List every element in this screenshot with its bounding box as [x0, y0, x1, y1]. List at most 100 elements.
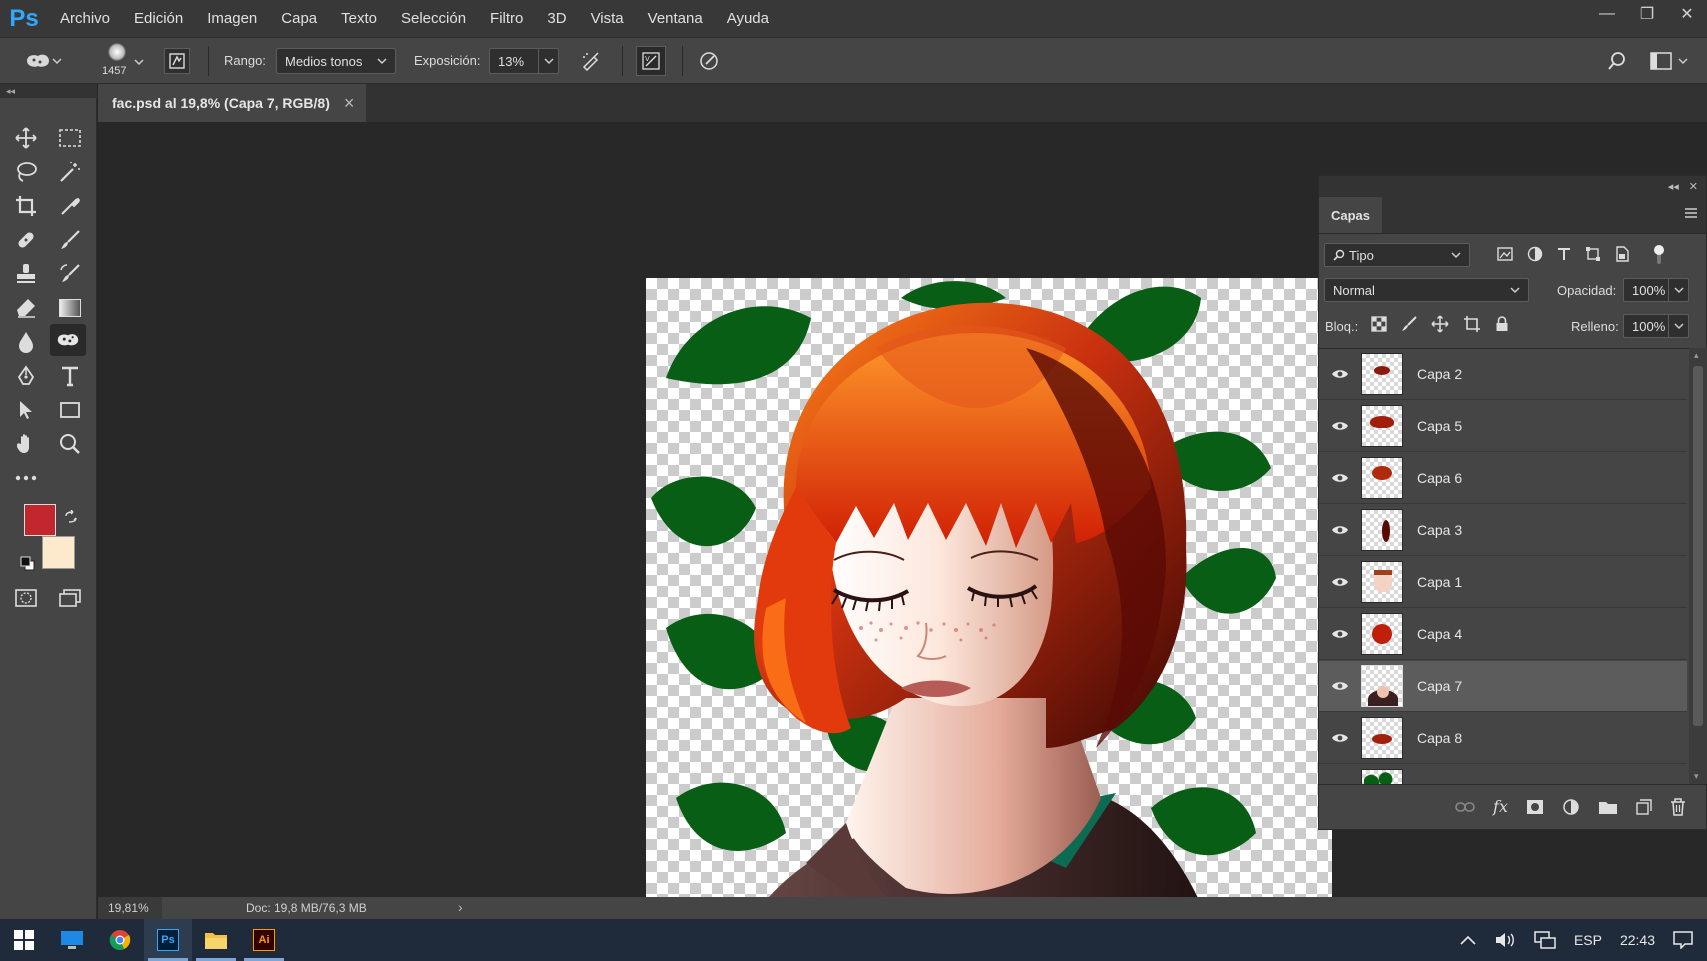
brush-tool[interactable]	[52, 224, 88, 256]
exposure-input[interactable]: 13%	[489, 48, 559, 74]
zoom-level-field[interactable]: 19,81%	[98, 897, 162, 919]
exposure-dropdown[interactable]	[538, 49, 558, 73]
pixel-layer-filter-icon[interactable]	[1497, 247, 1513, 261]
layer-row[interactable]: Capa 3	[1319, 505, 1687, 556]
scroll-up-icon[interactable]: ▴	[1694, 350, 1699, 361]
scrollbar-thumb[interactable]	[1693, 366, 1703, 726]
pen-tool[interactable]	[8, 360, 44, 392]
taskbar-chrome[interactable]	[96, 919, 144, 961]
visibility-toggle[interactable]	[1319, 680, 1361, 692]
clock[interactable]: 22:43	[1620, 932, 1655, 948]
visibility-toggle[interactable]	[1319, 420, 1361, 432]
adjustment-layer-filter-icon[interactable]	[1527, 246, 1543, 262]
visibility-toggle[interactable]	[1319, 576, 1361, 588]
visibility-toggle[interactable]	[1319, 524, 1361, 536]
protect-tones-toggle[interactable]: V	[636, 46, 666, 76]
tool-preset-picker[interactable]	[24, 48, 74, 74]
layer-effects-icon[interactable]: fx	[1493, 797, 1508, 816]
visibility-toggle[interactable]	[1319, 472, 1361, 484]
path-selection-tool[interactable]	[8, 394, 44, 426]
opacity-input[interactable]: 100%	[1623, 278, 1689, 302]
visibility-toggle[interactable]	[1319, 368, 1361, 380]
menu-ayuda[interactable]: Ayuda	[715, 0, 781, 37]
foreground-color-swatch[interactable]	[24, 504, 56, 536]
volume-icon[interactable]	[1494, 931, 1516, 949]
taskbar-file-explorer[interactable]	[192, 919, 240, 961]
fill-dropdown[interactable]	[1668, 315, 1688, 337]
type-tool[interactable]	[52, 360, 88, 392]
swap-colors-button[interactable]	[64, 509, 78, 524]
lock-transparency-icon[interactable]	[1371, 316, 1387, 332]
visibility-toggle[interactable]	[1319, 628, 1361, 640]
lock-all-icon[interactable]	[1495, 316, 1509, 332]
network-icon[interactable]	[1534, 931, 1556, 949]
layers-scrollbar[interactable]: ▴ ▾	[1689, 348, 1707, 784]
close-window-button[interactable]: ✕	[1667, 0, 1707, 28]
add-mask-icon[interactable]	[1526, 799, 1544, 815]
layer-row[interactable]: Capa 2	[1319, 349, 1687, 400]
airbrush-button[interactable]	[578, 48, 604, 74]
collapse-panel-icon[interactable]: ◂◂	[1668, 180, 1679, 193]
menu-ventana[interactable]: Ventana	[636, 0, 715, 37]
restore-button[interactable]: ❐	[1627, 0, 1667, 28]
layer-filter-select[interactable]: Tipo	[1324, 243, 1470, 267]
start-button[interactable]	[0, 919, 48, 961]
panel-menu-button[interactable]	[1684, 206, 1698, 222]
healing-brush-tool[interactable]	[8, 224, 44, 256]
hand-tool[interactable]	[8, 428, 44, 460]
layer-row-selected[interactable]: Capa 7	[1319, 661, 1687, 712]
visibility-toggle[interactable]	[1319, 732, 1361, 744]
workspace-button[interactable]	[1650, 48, 1694, 74]
menu-capa[interactable]: Capa	[269, 0, 329, 37]
quick-mask-button[interactable]	[8, 582, 44, 614]
menu-imagen[interactable]: Imagen	[195, 0, 269, 37]
link-layers-icon[interactable]	[1455, 801, 1475, 813]
pressure-button[interactable]	[696, 48, 722, 74]
zoom-tool[interactable]	[52, 428, 88, 460]
close-panel-icon[interactable]: ✕	[1689, 180, 1698, 193]
rectangle-tool[interactable]	[52, 394, 88, 426]
toolbar-collapse-bar[interactable]: ◂◂	[0, 84, 97, 98]
default-colors-button[interactable]	[20, 556, 36, 572]
taskbar-illustrator[interactable]: Ai	[240, 919, 288, 961]
status-menu-chevron-icon[interactable]: ›	[458, 899, 463, 915]
layer-row[interactable]: Capa 6	[1319, 453, 1687, 504]
gradient-tool[interactable]	[52, 292, 88, 324]
tab-close-button[interactable]: ×	[344, 93, 355, 114]
scroll-down-icon[interactable]: ▾	[1694, 771, 1699, 782]
tab-capas[interactable]: Capas	[1319, 197, 1383, 233]
lock-position-icon[interactable]	[1431, 315, 1449, 333]
clone-stamp-tool[interactable]	[8, 258, 44, 290]
taskbar-desktop[interactable]	[48, 919, 96, 961]
blur-tool[interactable]	[8, 326, 44, 358]
magic-wand-tool[interactable]	[52, 156, 88, 188]
layer-row[interactable]	[1319, 765, 1687, 784]
move-tool[interactable]	[8, 122, 44, 154]
crop-tool[interactable]	[8, 190, 44, 222]
menu-texto[interactable]: Texto	[329, 0, 389, 37]
range-select[interactable]: Medios tonos	[276, 48, 396, 74]
layer-row[interactable]: Capa 4	[1319, 609, 1687, 660]
search-button[interactable]	[1604, 48, 1630, 74]
layer-row[interactable]: Capa 1	[1319, 557, 1687, 608]
screen-mode-button[interactable]	[52, 582, 88, 614]
document-tab[interactable]: fac.psd al 19,8% (Capa 7, RGB/8) ×	[98, 84, 366, 122]
edit-toolbar-button[interactable]	[8, 462, 44, 494]
chevron-up-icon[interactable]	[1460, 935, 1476, 945]
new-layer-icon[interactable]	[1636, 798, 1652, 815]
marquee-tool[interactable]	[52, 122, 88, 154]
minimize-button[interactable]: —	[1587, 0, 1627, 28]
menu-3d[interactable]: 3D	[535, 0, 578, 37]
new-group-folder-icon[interactable]	[1598, 799, 1618, 815]
menu-archivo[interactable]: Archivo	[48, 0, 122, 37]
smart-object-filter-icon[interactable]	[1615, 246, 1629, 262]
language-indicator[interactable]: ESP	[1574, 932, 1602, 948]
type-layer-filter-icon[interactable]	[1557, 247, 1571, 261]
shape-layer-filter-icon[interactable]	[1585, 246, 1601, 262]
eraser-tool[interactable]	[8, 292, 44, 324]
history-brush-tool[interactable]	[52, 258, 88, 290]
layer-row[interactable]: Capa 5	[1319, 401, 1687, 452]
fill-input[interactable]: 100%	[1623, 314, 1689, 338]
blend-mode-select[interactable]: Normal	[1324, 278, 1529, 302]
menu-filtro[interactable]: Filtro	[478, 0, 535, 37]
